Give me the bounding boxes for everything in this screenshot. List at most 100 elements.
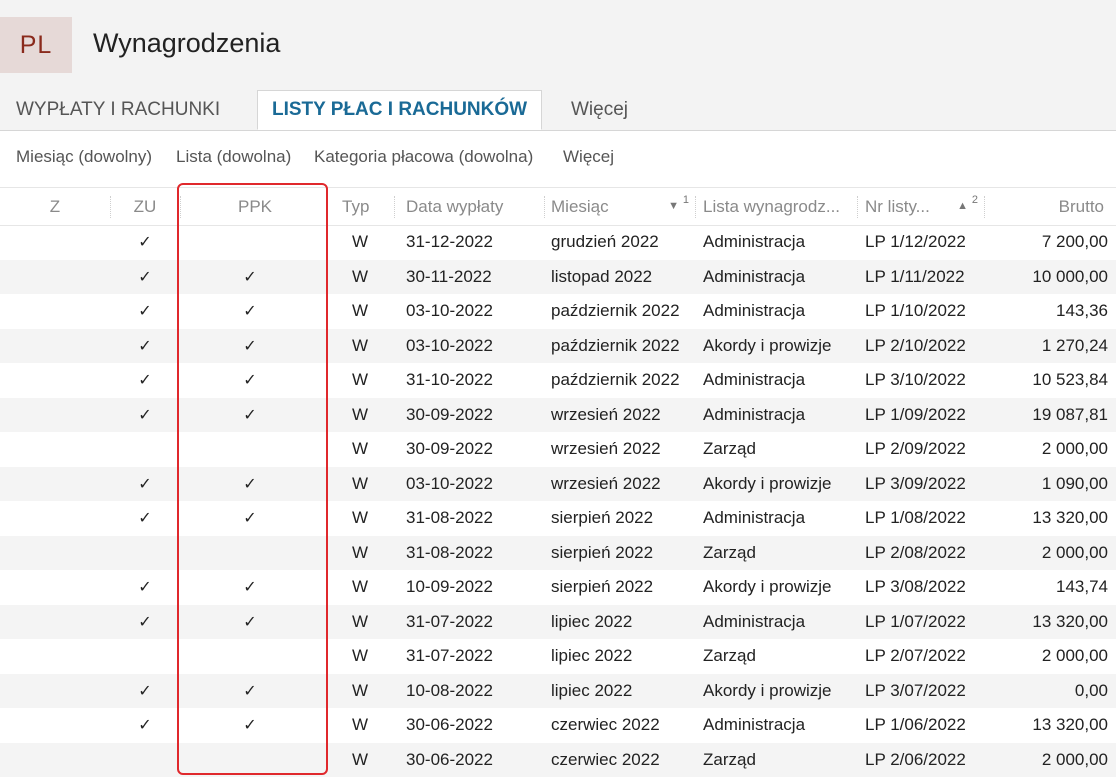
table-row[interactable]: ✓ ✓ W 10-09-2022 sierpień 2022 Akordy i prowi…: [0, 570, 1116, 605]
cell-miesiac: październik 2022: [551, 301, 680, 321]
cell-zu: ✓: [138, 234, 152, 252]
cell-brutto: 1 090,00: [1041, 473, 1108, 493]
cell-z: [0, 674, 110, 709]
cell-nr-listy: LP 2/06/2022: [865, 749, 966, 769]
table-row[interactable]: ✓ ✓ W 03-10-2022 październik 2022 Administrac…: [0, 294, 1116, 329]
table-row[interactable]: ✓ ✓ W 03-10-2022 październik 2022 Akordy i pr…: [0, 328, 1116, 363]
cell-zu: ✓: [138, 579, 152, 597]
tab-bar: WYPŁATY I RACHUNKI LISTY PŁAC I RACHUNKÓ…: [0, 90, 1116, 131]
cell-z: [0, 398, 110, 433]
cell-brutto: 13 320,00: [1032, 508, 1108, 528]
table-row[interactable]: W 30-09-2022 wrzesień 2022 Zarząd LP 2/09/20…: [0, 432, 1116, 467]
filter-lista[interactable]: Lista (dowolna): [176, 147, 291, 167]
cell-lista: Administracja: [703, 611, 806, 631]
cell-zu: ✓: [138, 268, 152, 286]
cell-ppk: [180, 536, 320, 571]
cell-ppk: ✓: [243, 406, 257, 424]
cell-typ: W: [352, 301, 369, 321]
cell-nr-listy: LP 1/12/2022: [865, 232, 966, 252]
cell-ppk: ✓: [243, 613, 257, 631]
cell-ppk: [180, 225, 320, 260]
column-divider: [695, 196, 696, 218]
cell-lista: Akordy i prowizje: [703, 577, 832, 597]
cell-lista: Administracja: [703, 715, 806, 735]
cell-zu: [110, 639, 180, 674]
column-header-z[interactable]: Z: [0, 188, 110, 225]
cell-z: [0, 743, 110, 778]
cell-data-wyplaty: 30-09-2022: [406, 404, 493, 424]
table-row[interactable]: W 31-07-2022 lipiec 2022 Zarząd LP 2/07/2022…: [0, 639, 1116, 674]
table-row[interactable]: ✓ ✓ W 31-10-2022 październik 2022 Administrac…: [0, 363, 1116, 398]
cell-z: [0, 570, 110, 605]
table-row[interactable]: ✓ ✓ W 31-07-2022 lipiec 2022 Administracja LP …: [0, 604, 1116, 640]
cell-miesiac: październik 2022: [551, 370, 680, 390]
column-header-brutto[interactable]: Brutto: [986, 188, 1110, 225]
cell-brutto: 143,36: [1056, 301, 1108, 321]
cell-miesiac: czerwiec 2022: [551, 749, 660, 769]
column-header-ppk[interactable]: PPK: [180, 188, 330, 225]
tab-wyplaty-i-rachunki[interactable]: WYPŁATY I RACHUNKI: [16, 90, 220, 130]
cell-brutto: 7 200,00: [1041, 232, 1108, 252]
cell-data-wyplaty: 03-10-2022: [406, 301, 493, 321]
column-divider: [394, 196, 395, 218]
filter-kategoria-placowa[interactable]: Kategoria płacowa (dowolna): [314, 147, 533, 167]
column-header-lista-wynagrodzen[interactable]: Lista wynagrodz...: [697, 188, 857, 225]
filter-wiecej[interactable]: Więcej: [563, 147, 614, 167]
cell-data-wyplaty: 31-08-2022: [406, 542, 493, 562]
cell-zu: ✓: [138, 613, 152, 631]
filter-miesiac[interactable]: Miesiąc (dowolny): [16, 147, 152, 167]
table-row[interactable]: W 30-06-2022 czerwiec 2022 Zarząd LP 2/06/20…: [0, 742, 1116, 778]
tab-wiecej[interactable]: Więcej: [571, 90, 628, 130]
cell-miesiac: lipiec 2022: [551, 611, 633, 631]
table-row[interactable]: ✓ ✓ W 10-08-2022 lipiec 2022 Akordy i prowizj…: [0, 673, 1116, 709]
table-row[interactable]: ✓ ✓ W 30-09-2022 wrzesień 2022 Administracja L…: [0, 397, 1116, 433]
cell-zu: [110, 743, 180, 778]
cell-typ: W: [352, 404, 369, 424]
cell-zu: ✓: [138, 337, 152, 355]
column-divider: [984, 196, 985, 218]
cell-nr-listy: LP 2/09/2022: [865, 439, 966, 459]
cell-lista: Administracja: [703, 266, 806, 286]
cell-z: [0, 260, 110, 295]
cell-ppk: ✓: [243, 510, 257, 528]
cell-lista: Akordy i prowizje: [703, 473, 832, 493]
table-row[interactable]: ✓ ✓ W 30-11-2022 listopad 2022 Administracja L…: [0, 259, 1116, 295]
cell-nr-listy: LP 1/11/2022: [865, 266, 965, 286]
cell-miesiac: lipiec 2022: [551, 680, 633, 700]
table-header: Z ZU PPK Typ Data wypłaty Miesiąc ▼ 1 Li…: [0, 187, 1116, 226]
cell-lista: Zarząd: [703, 749, 756, 769]
sort-desc-icon: ▼: [668, 200, 679, 212]
table-row[interactable]: ✓ ✓ W 31-08-2022 sierpień 2022 Administracja L…: [0, 501, 1116, 536]
cell-nr-listy: LP 2/08/2022: [865, 542, 966, 562]
cell-brutto: 143,74: [1056, 577, 1108, 597]
cell-typ: W: [352, 680, 369, 700]
table-row[interactable]: W 31-08-2022 sierpień 2022 Zarząd LP 2/08/20…: [0, 535, 1116, 571]
cell-data-wyplaty: 31-08-2022: [406, 508, 493, 528]
column-header-typ[interactable]: Typ: [336, 188, 394, 225]
sort-order-badge: 2: [971, 194, 978, 206]
cell-brutto: 13 320,00: [1032, 715, 1108, 735]
table-row[interactable]: ✓ ✓ W 03-10-2022 wrzesień 2022 Akordy i prowi…: [0, 466, 1116, 501]
column-header-nr-listy[interactable]: Nr listy... ▲ 2: [859, 188, 984, 225]
cell-z: [0, 605, 110, 640]
tab-listy-plac-i-rachunkow[interactable]: LISTY PŁAC I RACHUNKÓW: [257, 90, 543, 130]
table-row[interactable]: ✓ W 31-12-2022 grudzień 2022 Administracja LP…: [0, 225, 1116, 260]
column-header-zu[interactable]: ZU: [110, 188, 180, 225]
sort-asc-icon: ▲: [957, 200, 968, 212]
cell-lista: Administracja: [703, 508, 806, 528]
cell-zu: ✓: [138, 303, 152, 321]
cell-ppk: ✓: [243, 268, 257, 286]
cell-zu: ✓: [138, 510, 152, 528]
cell-ppk: ✓: [243, 717, 257, 735]
page-title: Wynagrodzenia: [93, 28, 281, 58]
cell-miesiac: czerwiec 2022: [551, 715, 660, 735]
cell-ppk: ✓: [243, 579, 257, 597]
cell-brutto: 0,00: [1074, 680, 1108, 700]
column-header-miesiac[interactable]: Miesiąc ▼ 1: [545, 188, 695, 225]
column-header-data-wyplaty[interactable]: Data wypłaty: [400, 188, 544, 225]
cell-ppk: ✓: [243, 372, 257, 390]
cell-lista: Zarząd: [703, 542, 756, 562]
cell-z: [0, 639, 110, 674]
table-row[interactable]: ✓ ✓ W 30-06-2022 czerwiec 2022 Administracja L…: [0, 708, 1116, 743]
cell-brutto: 10 000,00: [1032, 266, 1108, 286]
